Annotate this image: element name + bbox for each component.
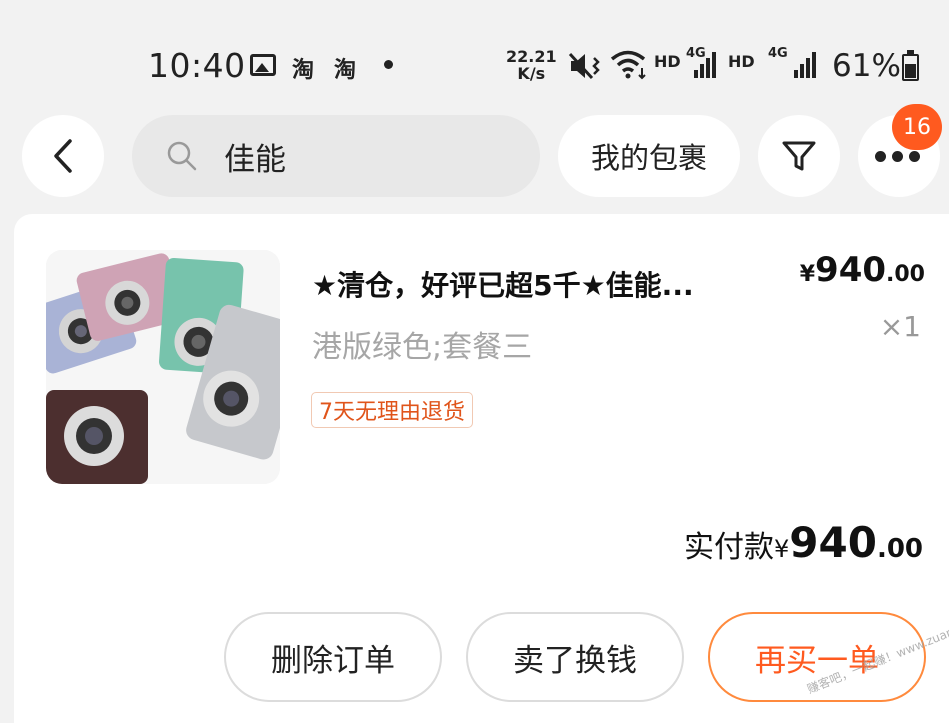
mute-vibrate-icon: [568, 52, 600, 80]
network-speed: 22.21 K/s: [506, 47, 557, 83]
total-label: 实付款: [683, 530, 774, 565]
product-image[interactable]: [46, 250, 280, 484]
battery-percentage: 61%: [832, 48, 901, 84]
back-button[interactable]: [22, 115, 104, 197]
gallery-icon: [250, 54, 276, 76]
more-notifications-dot-icon: [384, 60, 393, 69]
message-count-badge: 16: [892, 104, 942, 150]
search-icon: [167, 141, 197, 171]
total-amount: 940: [789, 518, 877, 567]
my-parcels-button[interactable]: 我的包裹: [558, 115, 740, 197]
search-query: 佳能: [224, 141, 286, 178]
taobao-notification-icon: 淘: [292, 58, 315, 83]
chevron-left-icon: [54, 139, 72, 173]
wifi-icon: [610, 50, 646, 80]
more-dots-icon: [874, 150, 920, 162]
product-spec: 港版绿色;套餐三: [312, 330, 533, 365]
signal-bars-icon: [694, 52, 718, 78]
return-policy-tag: 7天无理由退货: [311, 392, 473, 428]
4g-indicator: 4G: [768, 46, 788, 61]
total-paid: 实付款 ¥ 940 .00: [683, 518, 923, 567]
camera-product-photo: [46, 250, 280, 484]
status-bar: 10:40 淘 淘 22.21 K/s HD 4G HD 4G 61%: [0, 0, 949, 110]
search-bar[interactable]: 佳能: [132, 115, 540, 197]
quantity: ×1: [879, 310, 921, 343]
unit-price: ¥940.00: [799, 250, 925, 290]
hd-indicator: HD: [654, 52, 681, 71]
taobao-notification-icon: 淘: [334, 58, 357, 83]
battery-icon: [902, 50, 919, 81]
sell-for-cash-button[interactable]: 卖了换钱: [466, 612, 684, 702]
filter-button[interactable]: [758, 115, 840, 197]
signal-bars-icon: [794, 52, 818, 78]
clock: 10:40: [148, 46, 246, 85]
delete-order-button[interactable]: 删除订单: [224, 612, 442, 702]
hd-indicator: HD: [728, 52, 755, 71]
product-title[interactable]: ★清仓，好评已超5千★佳能...: [312, 264, 782, 304]
filter-icon: [782, 141, 816, 171]
